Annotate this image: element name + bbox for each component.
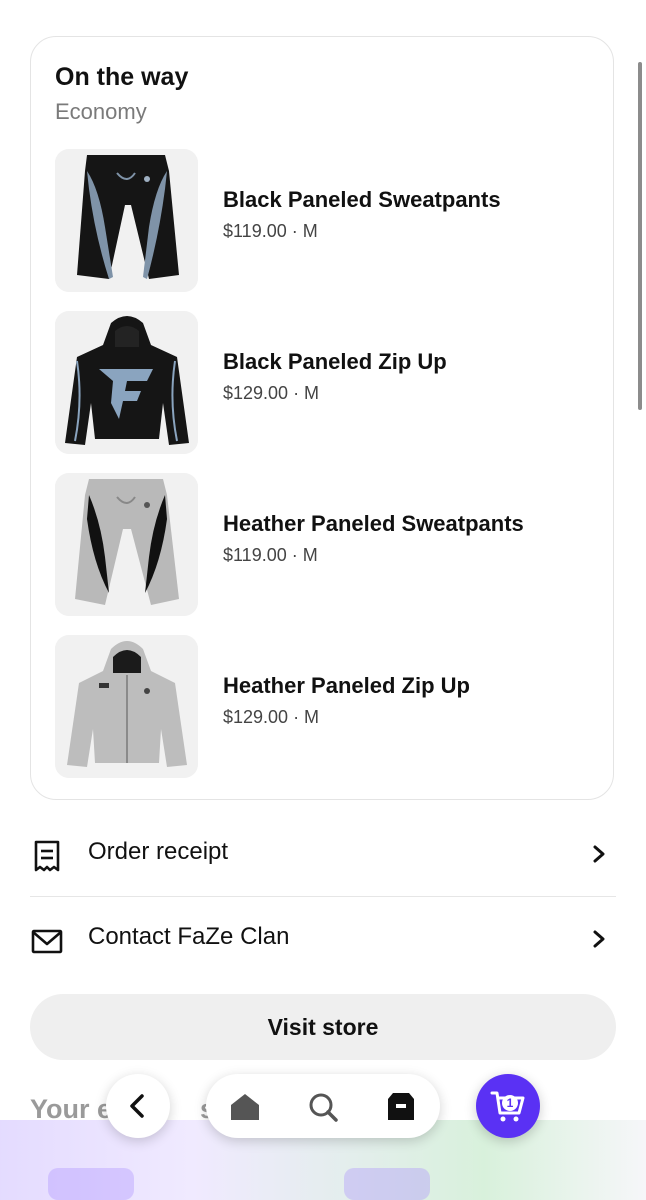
chevron-right-icon — [593, 845, 605, 863]
product-image-heather-zip-up — [55, 635, 198, 778]
order-receipt-row[interactable]: Order receipt — [30, 812, 616, 896]
product-name: Black Paneled Zip Up — [223, 349, 447, 374]
product-item[interactable]: Heather Paneled Sweatpants $119.00 · M — [55, 473, 575, 617]
receipt-icon — [34, 840, 60, 872]
product-price-size: $129.00 · M — [223, 383, 320, 403]
product-item[interactable]: Black Paneled Zip Up $129.00 · M — [55, 311, 575, 455]
product-item[interactable]: Heather Paneled Zip Up $129.00 · M — [55, 635, 575, 779]
bottom-nav-bar — [206, 1074, 440, 1138]
product-price-size: $119.00 · M — [223, 545, 318, 565]
product-image-black-zip-up — [55, 311, 198, 454]
cart-button[interactable]: 1 — [476, 1074, 540, 1138]
back-icon — [130, 1094, 144, 1118]
contact-store-label: Contact FaZe Clan — [88, 923, 290, 950]
product-image-heather-sweatpants — [55, 473, 198, 616]
chevron-right-icon — [593, 930, 605, 948]
product-price-size: $119.00 · M — [223, 221, 318, 241]
visit-store-button[interactable]: Visit store — [30, 994, 616, 1060]
product-name: Heather Paneled Sweatpants — [223, 511, 524, 536]
shipping-method: Economy — [55, 99, 147, 124]
home-icon[interactable] — [228, 1090, 262, 1124]
back-button[interactable] — [106, 1074, 170, 1138]
scrollbar[interactable] — [638, 62, 642, 410]
order-status-title: On the way — [55, 63, 189, 91]
order-status-card: On the way Economy Black Paneled Sweatpa… — [30, 36, 614, 800]
badge-chip — [48, 1168, 134, 1200]
cart-count-badge: 1 — [502, 1095, 518, 1111]
search-icon[interactable] — [306, 1090, 340, 1124]
badge-chip — [344, 1168, 430, 1200]
order-receipt-label: Order receipt — [88, 838, 229, 865]
contact-store-row[interactable]: Contact FaZe Clan — [30, 897, 616, 981]
product-item[interactable]: Black Paneled Sweatpants $119.00 · M — [55, 149, 575, 293]
product-name: Heather Paneled Zip Up — [223, 673, 470, 698]
product-image-black-sweatpants — [55, 149, 198, 292]
mail-icon — [31, 929, 63, 954]
orders-box-icon[interactable] — [384, 1090, 418, 1124]
product-name: Black Paneled Sweatpants — [223, 187, 501, 212]
product-price-size: $129.00 · M — [223, 707, 320, 727]
